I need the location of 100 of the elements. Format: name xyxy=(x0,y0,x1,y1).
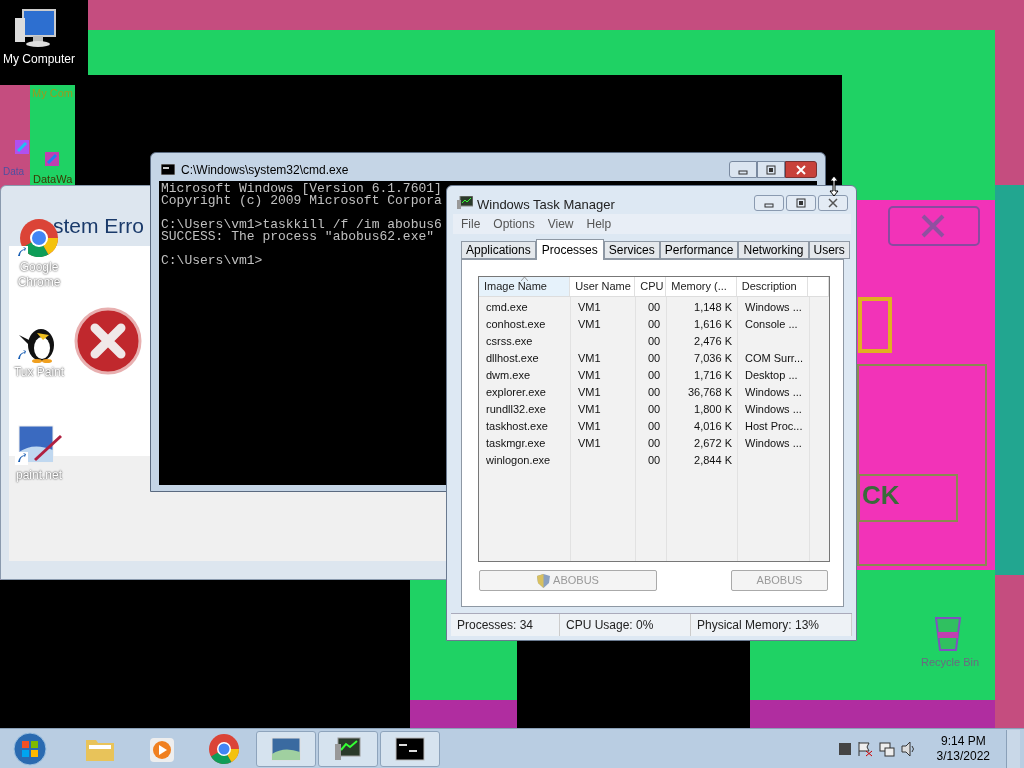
table-cell-text: VM1 xyxy=(577,368,602,384)
console-icon xyxy=(161,164,175,175)
table-cell-text: explorer.exe xyxy=(485,385,547,401)
table-cell-text: 00 xyxy=(647,419,662,435)
tab[interactable]: Users xyxy=(808,241,850,259)
column-header[interactable]: CPU xyxy=(635,277,667,296)
column-header[interactable]: Memory (... xyxy=(666,277,737,296)
table-cell-text: 2,672 K xyxy=(693,436,733,452)
table-cell-text: Console ... xyxy=(744,317,799,333)
status-text: CPU Usage: 0% xyxy=(560,614,691,636)
table-cell-text: 00 xyxy=(647,317,662,333)
glitch-icon xyxy=(15,140,29,154)
table-cell-text: VM1 xyxy=(577,300,602,316)
icon-label[interactable]: paint.net xyxy=(15,466,62,484)
tab[interactable]: Services xyxy=(603,241,660,259)
menu-item[interactable]: View xyxy=(547,215,574,233)
painting-icon[interactable] xyxy=(15,424,63,466)
console-line: SUCCESS: The process "abobus62.exe" xyxy=(161,231,435,243)
table-cell-text: 2,476 K xyxy=(693,334,733,350)
close-button[interactable] xyxy=(818,195,848,211)
volume-icon[interactable] xyxy=(900,740,917,757)
console-line: C:\Users\vm1>taskkill /f /im abobus6 xyxy=(161,219,442,231)
close-icon xyxy=(888,206,980,246)
table-cell-text: 00 xyxy=(647,334,662,350)
column-header[interactable]: Description xyxy=(736,277,809,296)
console-line: Copyright (c) 2009 Microsoft Corpora xyxy=(161,195,442,207)
table-cell-text: 00 xyxy=(647,402,662,418)
close-icon xyxy=(796,164,806,175)
windows-orb-icon xyxy=(13,731,47,766)
menu-item[interactable]: Help xyxy=(586,215,612,233)
icon-label: Data xyxy=(3,165,25,179)
table-cell-text: VM1 xyxy=(577,317,602,333)
table-cell-text: taskhost.exe xyxy=(485,419,549,435)
table-cell-text: 1,716 K xyxy=(693,368,733,384)
table-cell-text: 4,016 K xyxy=(693,419,733,435)
table-cell-text: 00 xyxy=(647,453,662,469)
table-cell-text: 00 xyxy=(647,368,662,384)
tab[interactable]: Networking xyxy=(738,241,809,259)
table-cell-text: 00 xyxy=(647,300,662,316)
console-line: C:\Users\vm1> xyxy=(161,255,263,267)
table-cell-text: dllhost.exe xyxy=(485,351,540,367)
icon-label[interactable]: Tux Paint xyxy=(13,363,65,381)
close-icon xyxy=(828,198,838,208)
clock-date[interactable]: 3/13/2022 xyxy=(936,748,990,764)
dialog-title: stem Erro xyxy=(53,215,144,236)
console-line: Microsoft Windows [Version 6.1.7601] xyxy=(161,183,442,195)
tab[interactable]: Processes xyxy=(535,239,604,260)
taskbar-button[interactable] xyxy=(318,730,378,767)
maximize-button[interactable] xyxy=(757,161,785,178)
table-cell-text: VM1 xyxy=(577,419,602,435)
error-icon xyxy=(74,307,142,375)
table-cell-text: VM1 xyxy=(577,402,602,418)
tab[interactable]: Applications xyxy=(461,241,536,259)
network-icon[interactable] xyxy=(878,740,895,757)
close-button[interactable] xyxy=(785,161,817,178)
table-cell-text: winlogon.exe xyxy=(485,453,552,469)
table-cell-text: 36,768 K xyxy=(686,385,733,401)
table-cell-text: COM Surr... xyxy=(744,351,805,367)
icon-label: My Com xyxy=(32,86,73,101)
table-cell-text: VM1 xyxy=(577,436,602,452)
table-cell-text: 00 xyxy=(647,351,662,367)
taskbar-button[interactable] xyxy=(380,730,440,767)
table-cell-text: 1,616 K xyxy=(693,317,733,333)
table-cell-text: 00 xyxy=(647,385,662,401)
maximize-button[interactable] xyxy=(786,195,816,211)
table-cell-text: cmd.exe xyxy=(485,300,529,316)
menu-item[interactable]: File xyxy=(461,215,481,233)
table-cell-text: rundll32.exe xyxy=(485,402,547,418)
maximize-icon xyxy=(796,198,806,208)
status-text: Physical Memory: 13% xyxy=(691,614,852,636)
table-cell-text: conhost.exe xyxy=(485,317,547,333)
table-cell-text: csrss.exe xyxy=(485,334,534,350)
table-cell-text: Desktop ... xyxy=(744,368,799,384)
column-header[interactable]: User Name xyxy=(570,277,636,296)
clock-time[interactable]: 9:14 PM xyxy=(940,733,986,749)
icon-label: DataWa xyxy=(33,172,73,187)
window-title: C:\Windows\system32\cmd.exe xyxy=(181,162,349,179)
table-cell-text: 7,036 K xyxy=(693,351,733,367)
table-cell-text: 1,800 K xyxy=(693,402,733,418)
window-title: Windows Task Manager xyxy=(477,196,615,214)
table-cell-text: VM1 xyxy=(577,351,602,367)
table-cell-text: dwm.exe xyxy=(485,368,532,384)
icon-label[interactable]: Google Chrome xyxy=(8,260,70,290)
icon-label[interactable]: My Computer xyxy=(3,50,75,68)
menu-item[interactable]: Options xyxy=(493,215,535,233)
tab[interactable]: Performance xyxy=(659,241,739,259)
monitor-icon xyxy=(457,196,473,209)
table-cell-text: taskmgr.exe xyxy=(485,436,547,452)
table-cell-text: VM1 xyxy=(577,385,602,401)
glitch-icon xyxy=(45,152,59,166)
table-cell-text: Windows ... xyxy=(744,436,803,452)
table-cell-text: 1,148 K xyxy=(693,300,733,316)
status-text: Processes: 34 xyxy=(451,614,560,636)
table-cell-text: Windows ... xyxy=(744,385,803,401)
column-header[interactable]: Image Name xyxy=(479,277,571,296)
table-cell-text: Host Proc... xyxy=(744,419,804,435)
flag-icon[interactable] xyxy=(856,740,873,757)
grid-icon[interactable] xyxy=(838,742,851,755)
table-cell-text: 00 xyxy=(647,436,662,452)
chrome-icon xyxy=(207,731,241,766)
